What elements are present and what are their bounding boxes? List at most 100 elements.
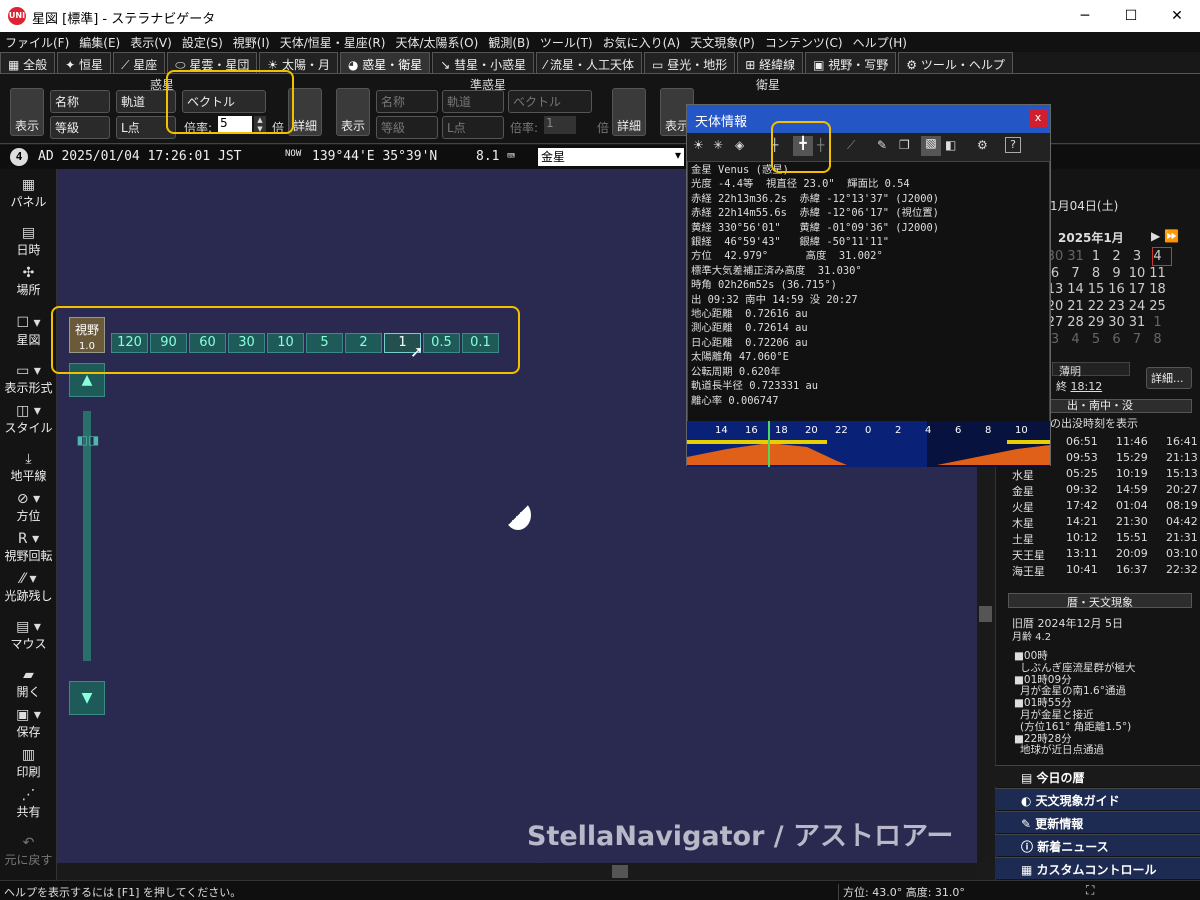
share-button[interactable]: ⋰ 共有 [0,787,57,820]
tab-constellations[interactable]: ⟋ 星座 [113,52,166,73]
menu-solar-system[interactable]: 天体/太陽系(O) [390,32,483,53]
tab-general[interactable]: ▦ 全般 [0,52,56,73]
pencil-icon[interactable]: ✎ [877,138,887,152]
calendar-day[interactable]: 29 [1087,315,1105,330]
calendar-day[interactable]: 11 [1149,266,1167,281]
minor-magnitude-button[interactable]: 等級 [376,116,438,139]
object-info-close-button[interactable]: x [1029,109,1047,127]
minimize-button[interactable]: ─ [1062,0,1108,32]
phenomena-guide-button[interactable]: ◐ 天文現象ガイド [995,788,1200,810]
vertical-scroll-thumb[interactable] [979,606,992,622]
tab-stars[interactable]: ✦ 恒星 [57,52,112,73]
planet-show-button[interactable]: 表示 [10,88,44,136]
calendar-day[interactable]: 7 [1128,332,1146,347]
planet-name-button[interactable]: 名称 [50,90,110,113]
tab-planets[interactable]: ◕ 惑星・衛星 [339,52,431,73]
calendar-day[interactable]: 9 [1108,266,1126,281]
minor-detail-button[interactable]: 詳細 [612,88,646,136]
print-button[interactable]: ▥ 印刷 [0,747,57,780]
calendar-day[interactable]: 23 [1108,299,1126,314]
calendar-day[interactable]: 18 [1149,282,1167,297]
calendar-day[interactable]: 30 [1108,315,1126,330]
keyboard-icon[interactable]: ⌨ [507,149,515,164]
horizontal-scrollbar[interactable] [57,863,977,880]
maximize-button[interactable]: ☐ [1108,0,1154,32]
calendar-day[interactable]: 31 [1128,315,1146,330]
mouse-button[interactable]: ▤ ▾ マウス [0,619,57,652]
minor-scale-input[interactable]: 1 [544,116,576,134]
calendar-day[interactable]: 1 [1149,315,1167,330]
tab-meteors[interactable]: ⁄ 流星・人工天体 [536,52,643,73]
fov-zoom-out-button[interactable]: ▼ [69,681,105,715]
calendar-day[interactable]: 24 [1128,299,1146,314]
calendar-day[interactable]: 14 [1067,282,1085,297]
settings-icon[interactable]: ⚙ [977,138,988,152]
tab-comets[interactable]: ↘ 彗星・小惑星 [432,52,535,73]
calendar-day[interactable]: 21 [1067,299,1085,314]
location-button[interactable]: ✣ 場所 [0,265,57,298]
fullscreen-icon[interactable]: ⛶ [1086,883,1094,898]
rotate-button[interactable]: R ▾ 視野回転 [0,531,57,564]
minor-vector-button[interactable]: ベクトル [508,90,592,113]
open-button[interactable]: ▰ 開く [0,667,57,700]
planet-magnitude-button[interactable]: 等級 [50,116,110,139]
target-select[interactable]: 金星 ▾ [538,148,684,166]
panel-layout-icon[interactable]: ◧ [945,138,956,152]
today-almanac-button[interactable]: ▤ 今日の暦 [995,765,1200,787]
menu-favorites[interactable]: お気に入り(A) [598,32,686,53]
datetime-button[interactable]: ▤ 日時 [0,225,57,258]
calendar-day[interactable]: 2 [1108,249,1126,264]
twilight-detail-button[interactable]: 詳細... [1146,367,1192,389]
venus-disk[interactable] [505,500,531,530]
calendar-day[interactable]: 22 [1087,299,1105,314]
custom-control-button[interactable]: ▦ カスタムコントロール [995,857,1200,879]
compass-button[interactable]: ⊘ ▾ 方位 [0,491,57,524]
calendar-day[interactable]: 8 [1087,266,1105,281]
calendar-day[interactable]: 1 [1087,249,1105,264]
object-filter-icon[interactable]: ◈ [735,138,744,152]
panel-button[interactable]: ▦ パネル [0,177,57,210]
menu-fov[interactable]: 視野(I) [228,32,275,53]
trail-button[interactable]: ⁄⁄ ▾ 光跡残し [0,571,57,604]
minor-lpoint-button[interactable]: L点 [442,116,504,139]
minor-show-button[interactable]: 表示 [336,88,370,136]
calendar-day[interactable]: 8 [1149,332,1167,347]
starchart-button[interactable]: ☐ ▾ 星図 [0,315,57,348]
location-display[interactable]: 139°44'E 35°39'N [312,149,437,164]
menu-settings[interactable]: 設定(S) [177,32,228,53]
window-icon[interactable]: ❐ [899,138,910,152]
calendar-day[interactable]: 5 [1087,332,1105,347]
menu-observe[interactable]: 観測(B) [483,32,535,53]
minor-orbit-button[interactable]: 軌道 [442,90,504,113]
news-button[interactable]: ⓘ 新着ニュース [995,834,1200,856]
image-icon[interactable]: ▧ [921,136,941,156]
menu-tools[interactable]: ツール(T) [535,32,598,53]
datetime-display[interactable]: AD 2025/01/04 17:26:01 JST [38,149,242,164]
magnitude-display[interactable]: 8.1 [476,149,499,164]
tab-gridlines[interactable]: ⊞ 経緯線 [737,52,804,73]
calendar-day[interactable]: 17 [1128,282,1146,297]
sun-filter-icon[interactable]: ☀ [693,138,704,152]
menu-stars[interactable]: 天体/恒星・星座(R) [275,32,391,53]
horizontal-scroll-thumb[interactable] [612,865,628,878]
calendar-day[interactable]: 4 [1067,332,1085,347]
calendar-day[interactable]: 28 [1067,315,1085,330]
display-format-button[interactable]: ▭ ▾ 表示形式 [0,363,57,396]
star-filter-icon[interactable]: ✳ [713,138,723,152]
telescope-icon[interactable]: ⟋ [847,138,855,153]
help-icon[interactable]: ? [1005,137,1021,153]
tab-daylight[interactable]: ▭ 昼光・地形 [644,52,736,73]
calendar-day[interactable]: 25 [1149,299,1167,314]
next-month-button[interactable]: ▶ ⏩ [1151,229,1179,243]
save-button[interactable]: ▣ ▾ 保存 [0,707,57,740]
menu-view[interactable]: 表示(V) [125,32,177,53]
calendar-day[interactable]: 6 [1108,332,1126,347]
undo-button[interactable]: ↶ 元に戻す [0,835,57,868]
menu-phenomena[interactable]: 天文現象(P) [685,32,760,53]
updates-button[interactable]: ✎ 更新情報 [995,811,1200,833]
calendar-day[interactable]: 16 [1108,282,1126,297]
fov-slider-handle[interactable]: ◧◨ [69,431,107,449]
minor-name-button[interactable]: 名称 [376,90,438,113]
calendar-day[interactable]: 15 [1087,282,1105,297]
menu-contents[interactable]: コンテンツ(C) [760,32,848,53]
